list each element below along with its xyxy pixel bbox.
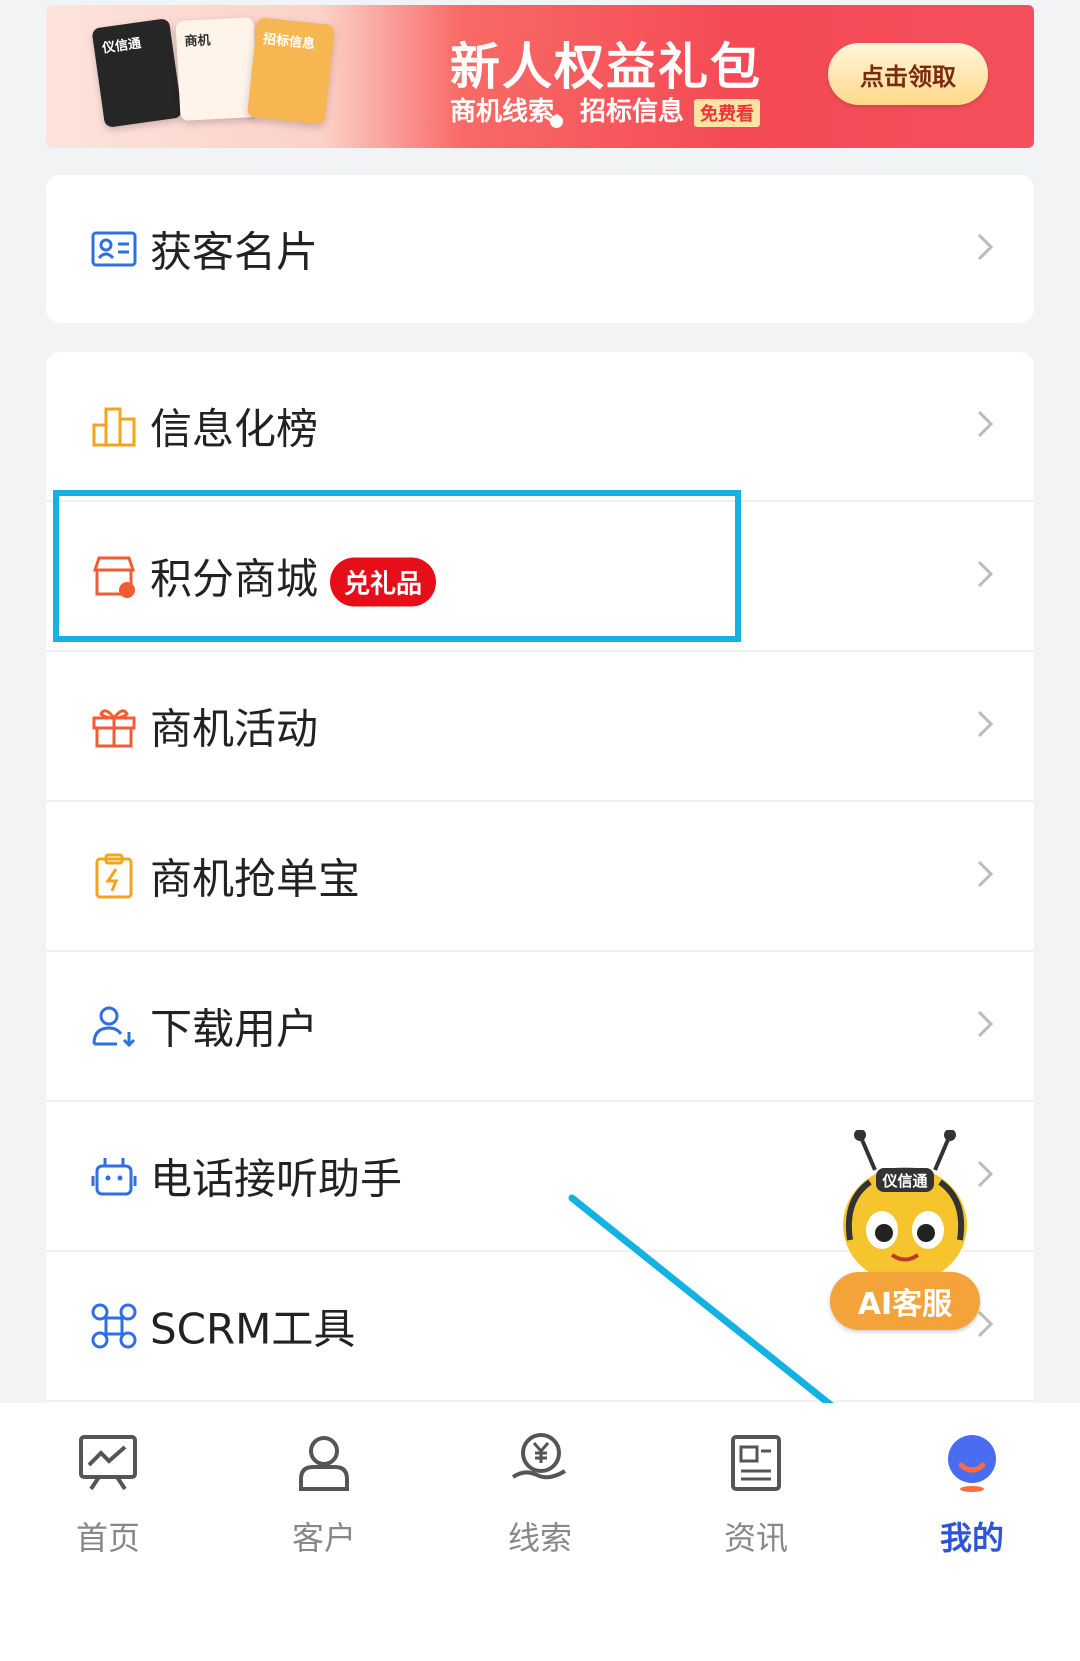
tab-home[interactable]: 首页 bbox=[0, 1403, 216, 1603]
tab-leads[interactable]: 线索 bbox=[432, 1403, 648, 1603]
ai-customer-service-button[interactable]: AI客服 bbox=[830, 1272, 980, 1330]
newspaper-icon bbox=[725, 1431, 787, 1493]
profile-face-icon bbox=[941, 1431, 1003, 1493]
chart-board-icon bbox=[77, 1431, 139, 1493]
bottom-tab-bar: 首页 客户 线索 资讯 我的 bbox=[0, 1403, 1080, 1661]
tab-label: 我的 bbox=[939, 1519, 1004, 1557]
tab-news[interactable]: 资讯 bbox=[648, 1403, 864, 1603]
tab-customers[interactable]: 客户 bbox=[216, 1403, 432, 1603]
tab-label: 首页 bbox=[75, 1519, 140, 1557]
tab-label: 客户 bbox=[291, 1519, 356, 1557]
tab-mine[interactable]: 我的 bbox=[864, 1403, 1080, 1603]
mascot-label: 仪信通 bbox=[881, 1172, 927, 1190]
user-icon bbox=[293, 1431, 355, 1493]
yuan-hand-icon bbox=[509, 1431, 571, 1493]
tab-label: 资讯 bbox=[723, 1519, 788, 1557]
tab-label: 线索 bbox=[507, 1519, 572, 1557]
